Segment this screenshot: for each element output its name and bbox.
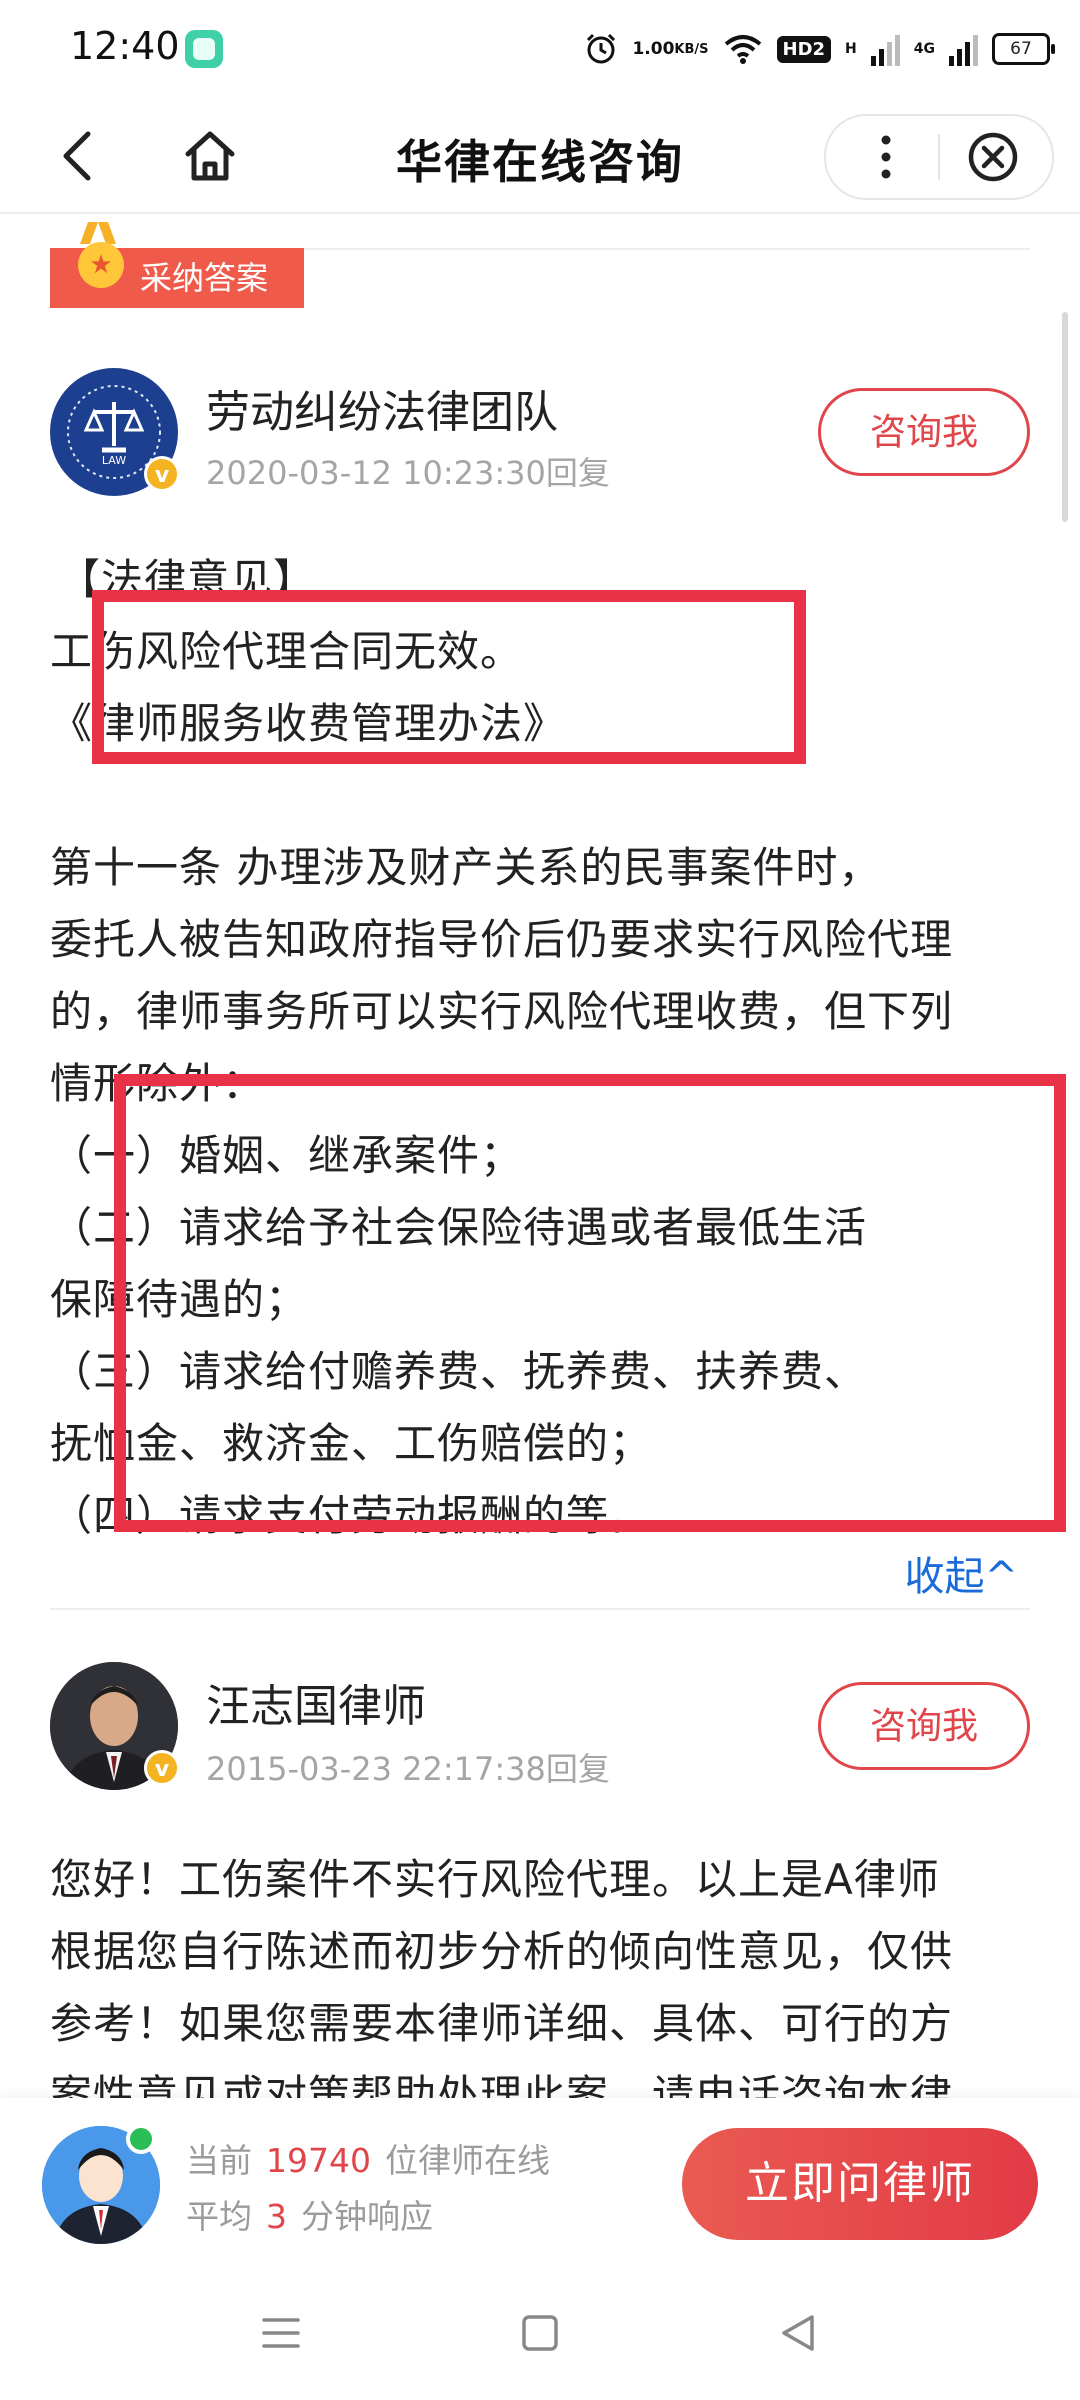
square-icon[interactable] [515,2308,565,2358]
online-stat: 当前 19740 位律师在线 [186,2134,550,2182]
highlight-box [114,1074,1066,1532]
consult-me-button[interactable]: 咨询我 [818,1682,1030,1770]
answer-line: 案性意见或对策帮助处理此案，请电话咨询本律 [50,2071,954,2098]
response-minutes: 3 [266,2197,287,2236]
answer-list[interactable]: 采纳答案 LAW v 劳动纠纷法律团队 2020-03-12 10:23:30回… [0,212,1080,2098]
system-nav-bar [0,2266,1080,2400]
divider [50,1608,1030,1610]
lawyer-name[interactable]: 劳动纠纷法律团队 [206,376,558,440]
capsule-divider [938,134,940,180]
page: 12:40 1.00 KB/S HD2 H 4G 67 华律在线咨询 ★ 采纳答… [0,0,1080,2400]
scrollbar[interactable] [1062,312,1068,522]
alarm-icon [587,33,616,64]
signal-h-label: H [845,41,857,57]
status-time: 12:40 [70,24,180,68]
adopted-label: 采纳答案 [140,259,269,297]
answer-line: 第十一条 办理涉及财产关系的民事案件时， [50,843,882,892]
collapse-link[interactable]: 收起^ [904,1544,1018,1602]
app-notification-icon [185,30,223,68]
menu-icon[interactable] [256,2308,306,2358]
triangle-back-icon[interactable] [774,2308,824,2358]
signal-4g: 4G [913,41,935,57]
avatar[interactable]: LAW v [50,368,180,496]
lawyer-name[interactable]: 汪志国律师 [206,1670,426,1734]
hd-icon: HD2 [776,35,832,63]
medal-icon [78,242,124,288]
answer-line: 的，律师事务所可以实行风险代理收费，但下列 [50,987,954,1036]
battery-icon: 67 [992,33,1055,65]
highlight-box [92,590,806,764]
stat-prefix: 当前 [186,2141,252,2180]
verified-icon: v [144,456,180,492]
medal-ribbon [97,222,117,244]
answer-line: 参考！如果您需要本律师详细、具体、可行的方 [50,1999,954,2048]
online-count: 19740 [266,2141,371,2180]
ask-lawyer-button[interactable]: 立即问律师 [682,2128,1038,2240]
medal-ribbon [79,222,99,244]
ask-lawyer-bar: 当前 19740 位律师在线 平均 3 分钟响应 立即问律师 [0,2098,1080,2266]
answer-line: 您好！工伤案件不实行风险代理。以上是A律师 [50,1855,940,1904]
stat-suffix: 分钟响应 [301,2197,433,2236]
reply-time: 2020-03-12 10:23:30回复 [206,454,610,492]
reply-time: 2015-03-23 22:17:38回复 [206,1750,610,1788]
nav-bar: 华律在线咨询 [0,100,1080,214]
signal-h: H [845,42,857,56]
verified-icon: v [144,1750,180,1786]
adopted-answer-badge: 采纳答案 [50,222,304,308]
status-bar: 12:40 1.00 KB/S HD2 H 4G 67 [0,0,1080,100]
answer-line: 委托人被告知政府指导价后仍要求实行风险代理 [50,915,954,964]
signal-bars-2 [949,32,978,66]
avatar[interactable]: v [50,1662,180,1790]
mini-program-capsule [824,114,1054,200]
net-speed: 1.00 KB/S [632,38,709,59]
close-icon[interactable] [966,130,1020,184]
response-stat: 平均 3 分钟响应 [186,2190,433,2238]
answer-line: 根据您自行陈述而初步分析的倾向性意见，仅供 [50,1927,954,1976]
stat-suffix: 位律师在线 [384,2141,550,2180]
stat-prefix: 平均 [186,2197,252,2236]
net-speed-unit: KB/S [674,41,709,57]
consult-me-button[interactable]: 咨询我 [818,388,1030,476]
net-speed-value: 1.00 [632,38,675,59]
status-icons: 1.00 KB/S HD2 H 4G 67 [584,24,1055,74]
signal-bars-1 [870,32,900,66]
wifi-icon [724,35,761,64]
online-status-icon [126,2124,156,2154]
more-icon[interactable] [866,130,906,184]
